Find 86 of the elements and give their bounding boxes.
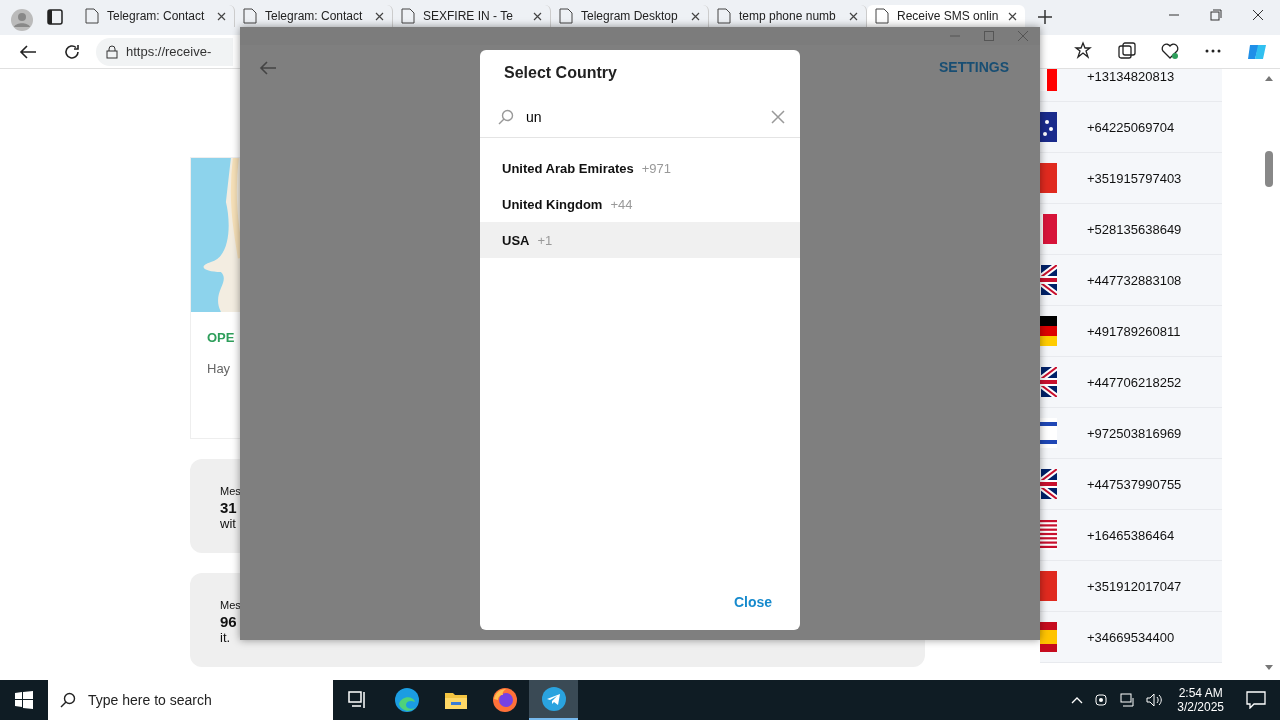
country-item[interactable]: USA +1 xyxy=(480,222,800,258)
favorites-icon[interactable] xyxy=(1074,40,1094,61)
message-label: Mes xyxy=(220,599,241,611)
notification-icon[interactable] xyxy=(1246,691,1266,709)
restore-icon[interactable] xyxy=(1210,9,1222,21)
taskbar-app[interactable] xyxy=(529,680,578,720)
number-row[interactable]: +447706218252 xyxy=(1040,357,1222,408)
phone-number: +34669534400 xyxy=(1087,629,1175,645)
page-icon xyxy=(243,8,257,24)
flag-icon xyxy=(1040,316,1057,346)
close-icon[interactable] xyxy=(1252,9,1264,21)
collections-icon[interactable] xyxy=(1117,40,1137,61)
browser-tab[interactable]: Receive SMS onlin xyxy=(867,5,1025,27)
phone-number: +351912017047 xyxy=(1087,578,1182,594)
page-icon xyxy=(717,8,731,24)
number-row[interactable]: +972503816969 xyxy=(1040,408,1222,459)
number-row[interactable]: +64225069704 xyxy=(1040,102,1222,153)
number-row[interactable]: +447537990755 xyxy=(1040,459,1222,510)
number-row[interactable]: +13134820813 xyxy=(1040,69,1222,102)
number-row[interactable]: +351915797403 xyxy=(1040,153,1222,204)
page-icon xyxy=(85,8,99,24)
phone-number: +972503816969 xyxy=(1087,425,1182,441)
flag-icon xyxy=(1040,214,1057,244)
flag-icon xyxy=(1040,418,1057,448)
phone-number: +447537990755 xyxy=(1087,476,1182,492)
url-text: https://receive- xyxy=(126,44,212,59)
search-icon xyxy=(498,108,514,125)
phone-number: +351915797403 xyxy=(1087,170,1182,186)
edge-icon xyxy=(393,687,420,713)
meet-icon[interactable] xyxy=(1093,692,1110,708)
address-bar[interactable]: https://receive- xyxy=(96,37,233,66)
number-row[interactable]: +447732883108 xyxy=(1040,255,1222,306)
network-icon[interactable] xyxy=(1119,692,1136,708)
page-icon xyxy=(401,8,415,24)
chevron-up-icon[interactable] xyxy=(1071,696,1084,704)
profile-icon[interactable] xyxy=(11,9,33,31)
phone-number: +447732883108 xyxy=(1087,272,1182,288)
phone-number: +13134820813 xyxy=(1087,69,1175,84)
message-text: it. xyxy=(220,630,231,645)
page-icon xyxy=(559,8,573,24)
tab-close-icon[interactable] xyxy=(1008,11,1017,21)
firefox-icon xyxy=(491,687,518,713)
task-view-icon xyxy=(347,691,368,709)
clock[interactable]: 2:54 AM 3/2/2025 xyxy=(1177,686,1224,714)
telegram-icon xyxy=(540,686,567,712)
number-row[interactable]: +34669534400 xyxy=(1040,612,1222,663)
dialog-title: Select Country xyxy=(503,63,618,82)
search-placeholder: Type here to search xyxy=(88,692,212,708)
tabs-icon[interactable] xyxy=(47,9,63,25)
number-row[interactable]: +351912017047 xyxy=(1040,561,1222,612)
flag-icon xyxy=(1040,622,1057,652)
phone-number: +64225069704 xyxy=(1087,119,1175,135)
message-number: 96 xyxy=(220,613,237,630)
browser-tab[interactable]: Telegram: Contact xyxy=(77,5,235,27)
number-row[interactable]: +16465386464 xyxy=(1040,510,1222,561)
page-icon xyxy=(875,8,889,24)
flag-icon xyxy=(1040,367,1057,397)
tab-close-icon[interactable] xyxy=(217,11,226,21)
volume-icon[interactable] xyxy=(1145,692,1164,708)
message-text: wit xyxy=(220,516,236,531)
place-text: Hay xyxy=(206,360,231,376)
phone-number: +16465386464 xyxy=(1087,527,1175,543)
phone-number: +528135638649 xyxy=(1087,221,1182,237)
lock-icon xyxy=(106,44,118,59)
number-row[interactable]: +491789260811 xyxy=(1040,306,1222,357)
close-button[interactable]: Close xyxy=(729,590,776,614)
folder-icon xyxy=(443,690,468,710)
search-icon xyxy=(60,692,76,708)
taskbar-search[interactable]: Type here to search xyxy=(48,680,333,720)
tab-close-icon[interactable] xyxy=(375,11,384,21)
message-number: 31 xyxy=(220,499,237,516)
flag-icon xyxy=(1040,520,1057,550)
tab-close-icon[interactable] xyxy=(533,11,542,21)
flag-icon xyxy=(1040,469,1057,499)
tab-close-icon[interactable] xyxy=(691,11,700,21)
phone-number: +447706218252 xyxy=(1087,374,1182,390)
new-tab-icon[interactable] xyxy=(1037,9,1053,25)
number-row[interactable]: +528135638649 xyxy=(1040,204,1222,255)
flag-icon xyxy=(1040,112,1057,142)
tab-close-icon[interactable] xyxy=(849,11,858,21)
status-label: OPE xyxy=(206,329,235,345)
clear-icon[interactable] xyxy=(770,108,786,125)
phone-number: +491789260811 xyxy=(1087,323,1181,339)
message-label: Mes xyxy=(220,485,241,497)
flag-icon xyxy=(1040,265,1057,295)
windows-icon[interactable] xyxy=(15,691,33,709)
